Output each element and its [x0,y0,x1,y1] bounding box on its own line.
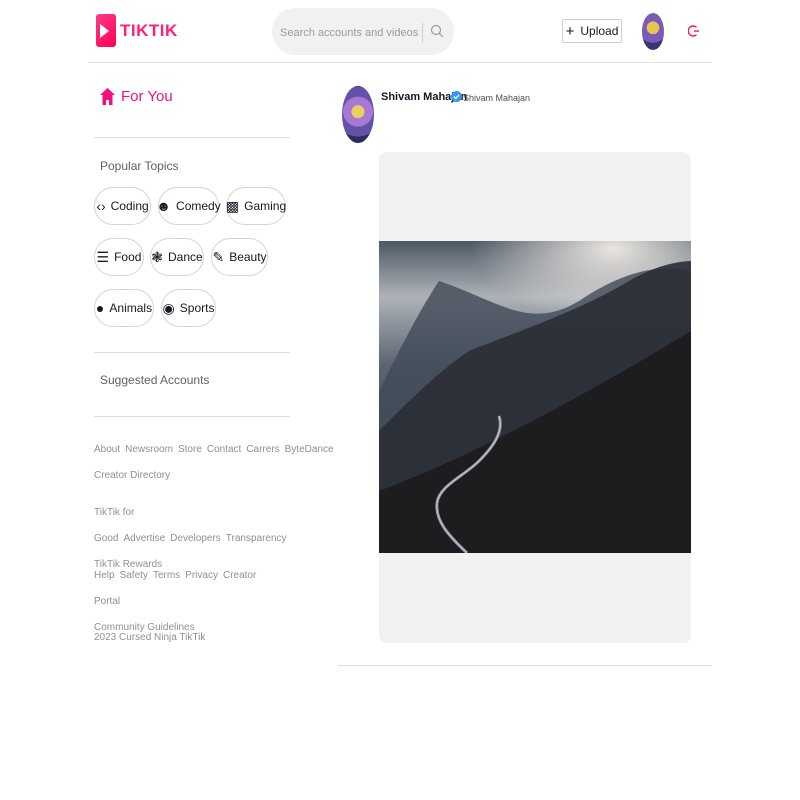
footer-link[interactable]: Privacy [185,570,218,581]
footer-links-group-1: About Newsroom Store Contact Carrers ByteDanc… [94,437,334,489]
gamepad-icon: ▩ [225,198,240,214]
topic-gaming[interactable]: ▩ Gaming [226,187,286,225]
post-divider [338,665,712,666]
topic-label: Comedy [176,199,221,213]
topic-label: Coding [110,199,149,213]
for-you-label: For You [121,88,173,105]
topic-beauty[interactable]: ✎ Beauty [211,238,268,276]
topic-label: Animals [109,301,153,315]
sunglasses-face-icon: ☻ [156,198,172,214]
home-icon [100,88,115,105]
medal-icon: ◉ [162,300,175,316]
paw-icon: ● [95,300,105,316]
user-avatar[interactable] [642,13,664,50]
plus-icon: + [565,22,575,40]
video-player[interactable] [379,241,691,553]
footer-links-group-3: Help Safety Terms Privacy Creator Portal Comm… [94,563,290,641]
popular-topics-title: Popular Topics [100,159,179,173]
copyright-text: 2023 Cursed Ninja TikTik [94,632,206,643]
footer-link[interactable]: About [94,444,120,455]
app: TIKTIK + Upload For You [88,0,712,800]
lipstick-icon: ✎ [212,249,225,265]
divider [94,352,290,353]
footer-link[interactable]: Advertise [123,533,165,544]
search-bar [272,8,454,55]
top-navbar: TIKTIK + Upload [88,0,712,63]
footer-link[interactable]: Developers [170,533,221,544]
upload-label: Upload [580,24,619,38]
logout-icon[interactable] [688,24,700,38]
footer-link[interactable]: Help [94,570,115,581]
logo[interactable]: TIKTIK [96,14,178,47]
footer-link[interactable]: Transparency [226,533,287,544]
footer-link[interactable]: Safety [120,570,148,581]
topic-label: Sports [179,301,215,315]
logo-text: TIKTIK [120,20,178,40]
divider [94,416,290,417]
search-input[interactable] [278,22,422,44]
footer-link[interactable]: Contact [207,444,241,455]
search-icon[interactable] [430,24,444,38]
topic-coding[interactable]: ‹› Coding [94,187,151,225]
suggested-accounts-title: Suggested Accounts [100,373,210,387]
upload-button[interactable]: + Upload [562,19,622,43]
footer-link[interactable]: Newsroom [125,444,173,455]
topic-label: Dance [168,250,203,264]
verified-badge-icon [451,91,462,102]
video-card[interactable] [379,152,691,643]
code-icon: ‹› [96,198,106,214]
topic-label: Food [114,250,142,264]
topic-label: Beauty [229,250,267,264]
author-avatar[interactable] [342,86,374,143]
footer-link[interactable]: Terms [153,570,180,581]
topic-animals[interactable]: ● Animals [94,289,154,327]
divider [94,137,290,138]
logo-icon [96,14,116,47]
footer-link[interactable]: ByteDance [285,444,334,455]
topic-food[interactable]: ☰ Food [94,238,144,276]
dance-icon: ❃ [151,249,164,265]
topic-dance[interactable]: ❃ Dance [150,238,204,276]
footer-link[interactable]: Creator Directory [94,470,170,481]
topic-sports[interactable]: ◉ Sports [161,289,216,327]
topic-label: Gaming [244,199,287,213]
cake-icon: ☰ [96,249,110,265]
for-you-link[interactable]: For You [100,88,173,105]
search-divider [422,23,423,43]
footer-link[interactable]: Store [178,444,202,455]
author-handle: Shivam Mahajan [463,93,531,103]
footer-link[interactable]: Carrers [246,444,279,455]
topic-comedy[interactable]: ☻ Comedy [156,187,221,225]
